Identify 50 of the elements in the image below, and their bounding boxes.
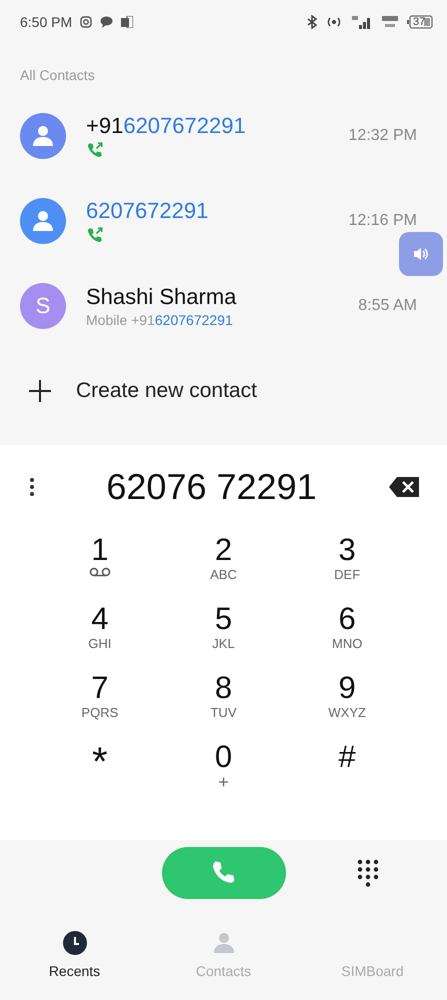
more-options-icon[interactable] xyxy=(30,477,34,497)
signal-icon xyxy=(351,15,373,29)
dialpad-icon[interactable] xyxy=(357,859,379,887)
dial-key[interactable]: 7 PQRS xyxy=(38,671,162,734)
clock-icon xyxy=(62,931,86,955)
dial-key[interactable]: 6 MNO xyxy=(285,602,409,665)
call-time: 12:32 PM xyxy=(348,126,417,144)
voicemail-icon xyxy=(88,567,111,577)
speaker-icon xyxy=(412,245,430,263)
contact-avatar[interactable] xyxy=(20,198,66,244)
dial-key[interactable]: 5 JKL xyxy=(162,602,286,665)
dial-key[interactable]: * xyxy=(38,740,162,803)
call-time: 8:55 AM xyxy=(358,296,417,314)
phone-number: +916207672291 xyxy=(86,112,247,138)
contact-avatar[interactable] xyxy=(20,112,66,158)
battery-icon xyxy=(407,15,433,29)
dial-key[interactable]: 0 + xyxy=(162,740,286,803)
avatar-initial: S xyxy=(36,292,50,318)
person-icon xyxy=(212,931,236,955)
camera-icon xyxy=(80,16,92,28)
dial-key[interactable]: # xyxy=(285,740,409,803)
outgoing-call-icon xyxy=(86,226,104,244)
hotspot-icon xyxy=(325,16,343,28)
call-button[interactable] xyxy=(162,847,286,899)
data-speed-icon xyxy=(381,15,399,29)
chat-icon xyxy=(100,16,114,28)
section-title: All Contacts xyxy=(19,66,96,85)
dial-key[interactable]: 1 xyxy=(38,533,162,596)
dial-key[interactable]: 2 ABC xyxy=(162,533,286,596)
dial-key[interactable]: 8 TUV xyxy=(162,671,286,734)
person-icon xyxy=(31,208,55,232)
person-icon xyxy=(31,124,55,148)
contact-number: Mobile +916207672291 xyxy=(86,312,234,328)
outgoing-call-icon xyxy=(86,140,104,158)
backspace-icon[interactable] xyxy=(389,477,419,497)
create-contact-button[interactable]: Create new contact xyxy=(0,348,447,433)
call-time: 12:16 PM xyxy=(348,212,417,230)
floating-speaker-button[interactable] xyxy=(399,232,443,276)
dialed-number: 62076 72291 xyxy=(105,466,318,508)
dial-key[interactable]: 9 WXYZ xyxy=(285,671,409,734)
status-time: 6:50 PM xyxy=(20,14,72,30)
app-icon xyxy=(121,16,134,28)
contact-name: Shashi Sharma xyxy=(86,284,238,310)
phone-number: 6207672291 xyxy=(86,198,210,224)
plus-icon xyxy=(28,378,52,402)
dial-key[interactable]: 4 GHI xyxy=(38,602,162,665)
battery-level: 37 xyxy=(413,16,426,28)
nav-tab[interactable]: Recents xyxy=(0,920,149,980)
dial-key[interactable]: 3 DEF xyxy=(285,533,409,596)
bluetooth-icon xyxy=(307,15,317,29)
